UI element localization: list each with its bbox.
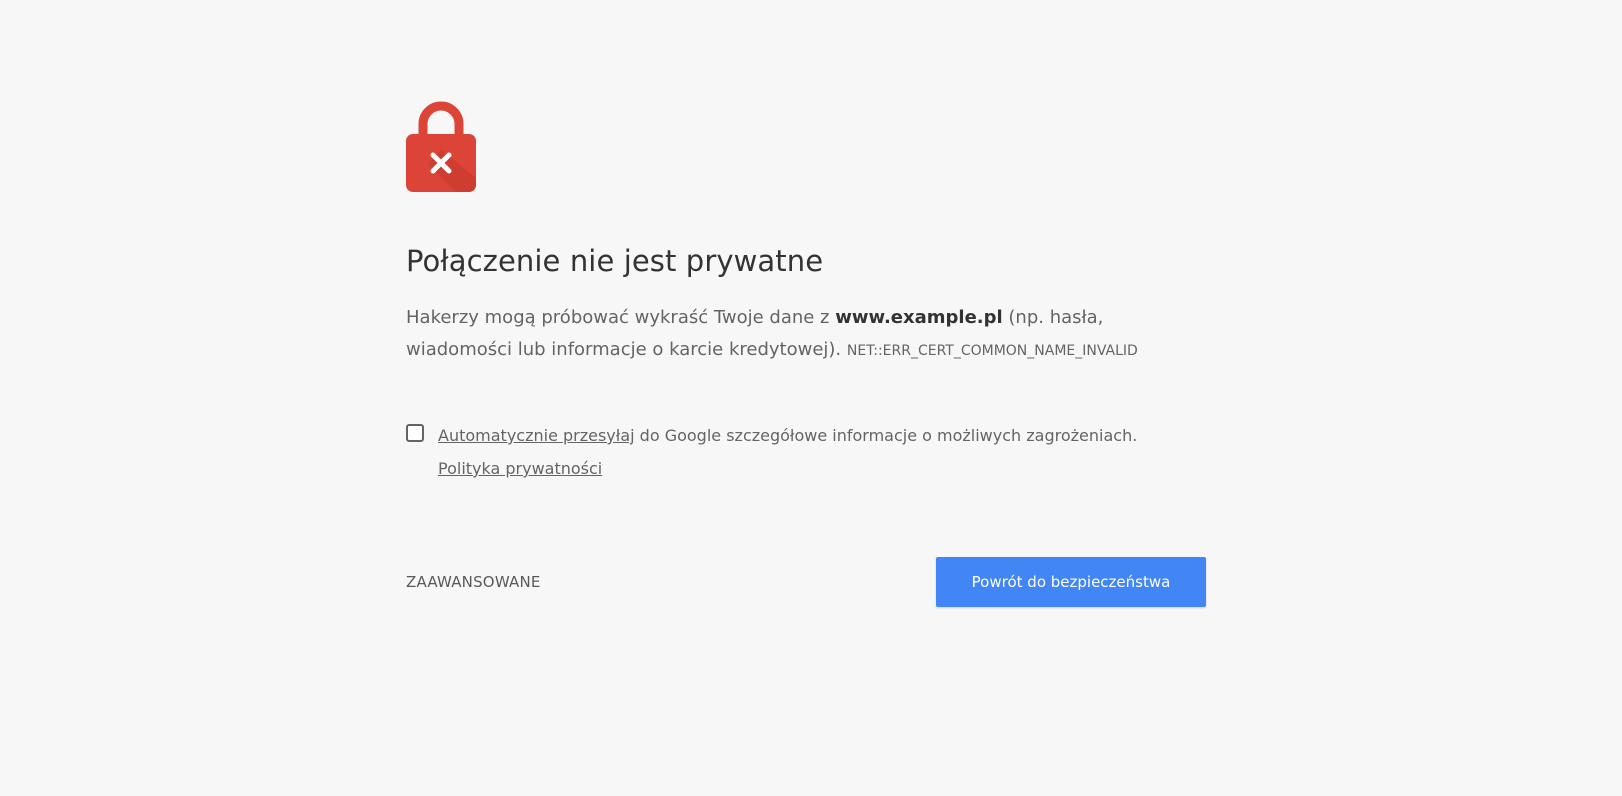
reporting-label: Automatycznie przesyłaj do Google szczeg…	[438, 419, 1188, 485]
page-title: Połączenie nie jest prywatne	[406, 244, 824, 278]
back-to-safety-button[interactable]: Powrót do bezpieczeństwa	[936, 557, 1206, 607]
advanced-button[interactable]: ZAAWANSOWANE	[406, 573, 541, 591]
explanation-text-start: Hakerzy mogą próbować wykraść Twoje dane…	[406, 307, 836, 328]
interstitial-main: Połączenie nie jest prywatne Hakerzy mog…	[406, 100, 1206, 607]
domain-name: www.example.pl	[835, 307, 1003, 328]
reporting-checkbox[interactable]	[406, 424, 424, 442]
error-code: NET::ERR_CERT_COMMON_NAME_INVALID	[846, 343, 1138, 359]
auto-send-link[interactable]: Automatycznie przesyłaj	[438, 426, 635, 445]
nav-wrapper: ZAAWANSOWANE Powrót do bezpieczeństwa	[406, 557, 1206, 607]
privacy-policy-link[interactable]: Polityka prywatności	[438, 459, 602, 478]
reporting-text: do Google szczegółowe informacje o możli…	[634, 426, 1138, 445]
extended-reporting-opt-in: Automatycznie przesyłaj do Google szczeg…	[406, 419, 1206, 485]
explanation-paragraph: Hakerzy mogą próbować wykraść Twoje dane…	[406, 302, 1206, 367]
lock-error-icon	[406, 101, 476, 192]
